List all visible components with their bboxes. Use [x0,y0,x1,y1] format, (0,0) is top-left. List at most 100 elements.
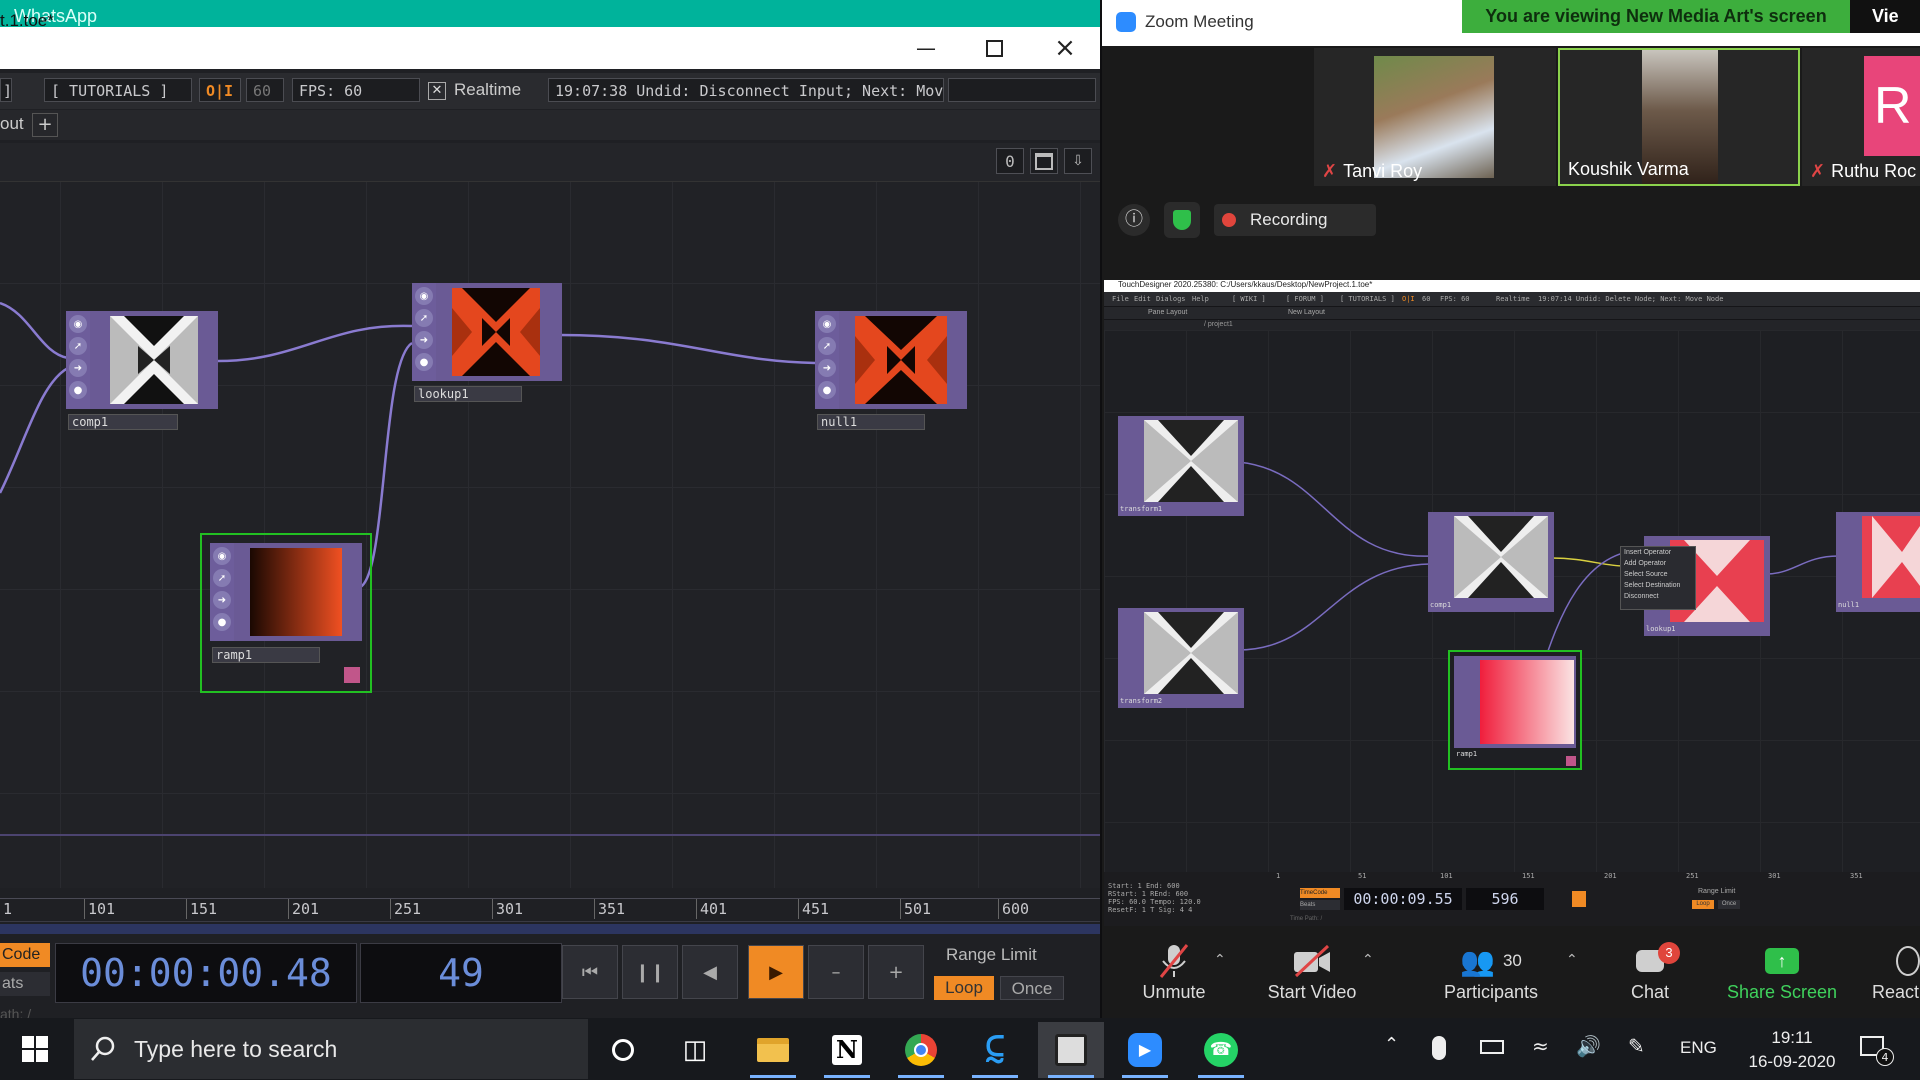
toolbar-field[interactable] [948,78,1096,102]
display-icon[interactable]: ➜ [415,331,433,349]
bypass-icon[interactable]: ➚ [213,569,231,587]
participant-tile[interactable]: ✗ Tanvi Roy [1314,48,1556,186]
wifi-icon[interactable]: ≈ [1532,1034,1549,1058]
close-button[interactable]: × [1035,27,1095,69]
display-icon[interactable]: ➜ [818,359,836,377]
display-icon[interactable]: ➜ [213,591,231,609]
rewind-button[interactable]: ⏮ [562,945,618,999]
viewer-icon[interactable]: ◉ [818,315,836,333]
notion-app[interactable]: N [814,1022,880,1078]
whatsapp-window-strip[interactable] [0,0,1100,27]
viewer-icon[interactable]: ◉ [415,287,433,305]
vscode-app[interactable]: ⫇ [962,1022,1028,1078]
frame-display[interactable]: 49 [360,943,562,1003]
cortana-button[interactable] [590,1022,656,1078]
shared-menu-help: Help [1192,295,1209,303]
fps-display: FPS: 60 [292,78,420,102]
windows-start-icon[interactable] [22,1036,48,1062]
reactions-button[interactable]: React [1872,940,1920,1003]
context-item: Disconnect [1624,593,1659,600]
display-icon[interactable]: ➜ [69,359,87,377]
step-back-button[interactable]: – [808,945,864,999]
fps-cap[interactable]: 60 [246,78,284,102]
lock-icon[interactable]: ● [69,381,87,399]
play-reverse-icon: ◀ [703,961,717,983]
clock-time: 19:11 [1771,1028,1813,1047]
unmute-button[interactable]: Unmute [1132,940,1216,1003]
taskbar-search-box[interactable]: Type here to search [74,1019,588,1079]
maximize-button[interactable] [964,27,1024,69]
perform-toggle[interactable]: O|I [199,78,241,102]
comp1-label[interactable]: comp1 [68,414,178,430]
clock[interactable]: 19:11 16-09-2020 [1746,1026,1838,1074]
microphone-icon[interactable] [1432,1036,1446,1060]
lookup1-node[interactable]: ◉ ➚ ➜ ● lookup1 [412,283,562,403]
hidden-icons-chevron-icon[interactable]: ⌃ [1384,1034,1399,1055]
shared-node-label: null1 [1838,601,1860,609]
tutorials-button[interactable]: [ TUTORIALS ] [44,78,192,102]
video-options-chevron-icon[interactable]: ⌃ [1362,952,1374,968]
ramp-viewer-flag[interactable] [344,667,360,683]
bypass-icon[interactable]: ➚ [69,337,87,355]
step-forward-button[interactable]: + [868,945,924,999]
lock-icon[interactable]: ● [415,353,433,371]
share-screen-button[interactable]: ↑ Share Screen [1726,940,1838,1003]
touchdesigner-app[interactable] [1038,1022,1104,1078]
participant-tile-active[interactable]: Koushik Varma [1558,48,1800,186]
view-options-button[interactable]: Vie [1850,0,1920,33]
lock-icon[interactable]: ● [213,613,231,631]
zoom-app[interactable]: ▶ [1112,1022,1178,1078]
minimize-button[interactable]: — [896,27,956,69]
play-button[interactable]: ▶ [748,945,804,999]
file-explorer-app[interactable] [740,1022,806,1078]
notifications-button[interactable]: 4 [1860,1030,1896,1066]
participants-button[interactable]: 👥 30 Participants [1436,940,1546,1003]
viewer-icon[interactable]: ◉ [213,547,231,565]
bypass-icon[interactable]: ➚ [818,337,836,355]
timecode-mode-button[interactable]: Code [0,943,50,967]
shared-node-label: ramp1 [1456,750,1478,758]
participants-chevron-icon[interactable]: ⌃ [1566,952,1578,968]
loop-button[interactable]: Loop [934,976,994,1000]
timecode-display[interactable]: 00:00:00.48 [55,943,357,1003]
stat-label: Tempo: [1150,898,1176,906]
realtime-checkbox[interactable]: ✕ [428,82,446,100]
play-reverse-button[interactable]: ◀ [682,945,738,999]
comp1-node[interactable]: ◉ ➚ ➜ ● comp1 [66,311,218,431]
security-shield-icon[interactable] [1164,202,1200,238]
audio-options-chevron-icon[interactable]: ⌃ [1214,952,1226,968]
participants-icon: 👥 [1460,945,1495,977]
timeline-ruler[interactable]: 1 101 151 201 251 301 351 401 451 501 60… [0,898,1100,922]
ramp1-node[interactable]: ◉ ➚ ➜ ● ramp1 [200,533,372,693]
volume-icon[interactable]: 🔊 [1576,1034,1601,1058]
ramp1-label[interactable]: ramp1 [212,647,320,663]
info-icon[interactable]: ⓘ [1118,204,1150,236]
once-button[interactable]: Once [1000,976,1064,1000]
stat-label: Start: [1108,882,1134,890]
battery-icon[interactable] [1480,1040,1504,1054]
shared-ruler-tick: 1 [1276,872,1281,880]
viewer-icon[interactable]: ◉ [69,315,87,333]
whatsapp-app[interactable]: ☎ [1188,1022,1254,1078]
language-indicator[interactable]: ENG [1680,1038,1717,1058]
shared-node-label: transform2 [1120,697,1163,705]
lock-icon[interactable]: ● [818,381,836,399]
start-video-button[interactable]: Start Video [1262,940,1362,1003]
lookup1-label[interactable]: lookup1 [414,386,522,402]
shared-menu-wiki: [ WIKI ] [1232,295,1266,303]
time-slider-track[interactable] [0,924,1100,934]
recording-indicator[interactable]: Recording [1214,204,1376,236]
chat-button[interactable]: Chat 3 [1612,940,1688,1003]
stat-label: RStart: [1108,890,1138,898]
task-view-button[interactable]: ◫ [662,1022,728,1078]
add-pane-button[interactable]: + [32,113,58,137]
shared-timecode-mode: TimeCode [1300,888,1340,898]
pen-icon[interactable]: ✎ [1628,1034,1645,1058]
participant-tile[interactable]: R ✗ Ruthu Roc [1802,48,1920,186]
pause-button[interactable]: ❙❙ [622,945,678,999]
null1-node[interactable]: ◉ ➚ ➜ ● null1 [815,311,967,431]
null1-label[interactable]: null1 [817,414,925,430]
beats-mode-button[interactable]: ats [0,972,50,996]
chrome-app[interactable] [888,1022,954,1078]
bypass-icon[interactable]: ➚ [415,309,433,327]
